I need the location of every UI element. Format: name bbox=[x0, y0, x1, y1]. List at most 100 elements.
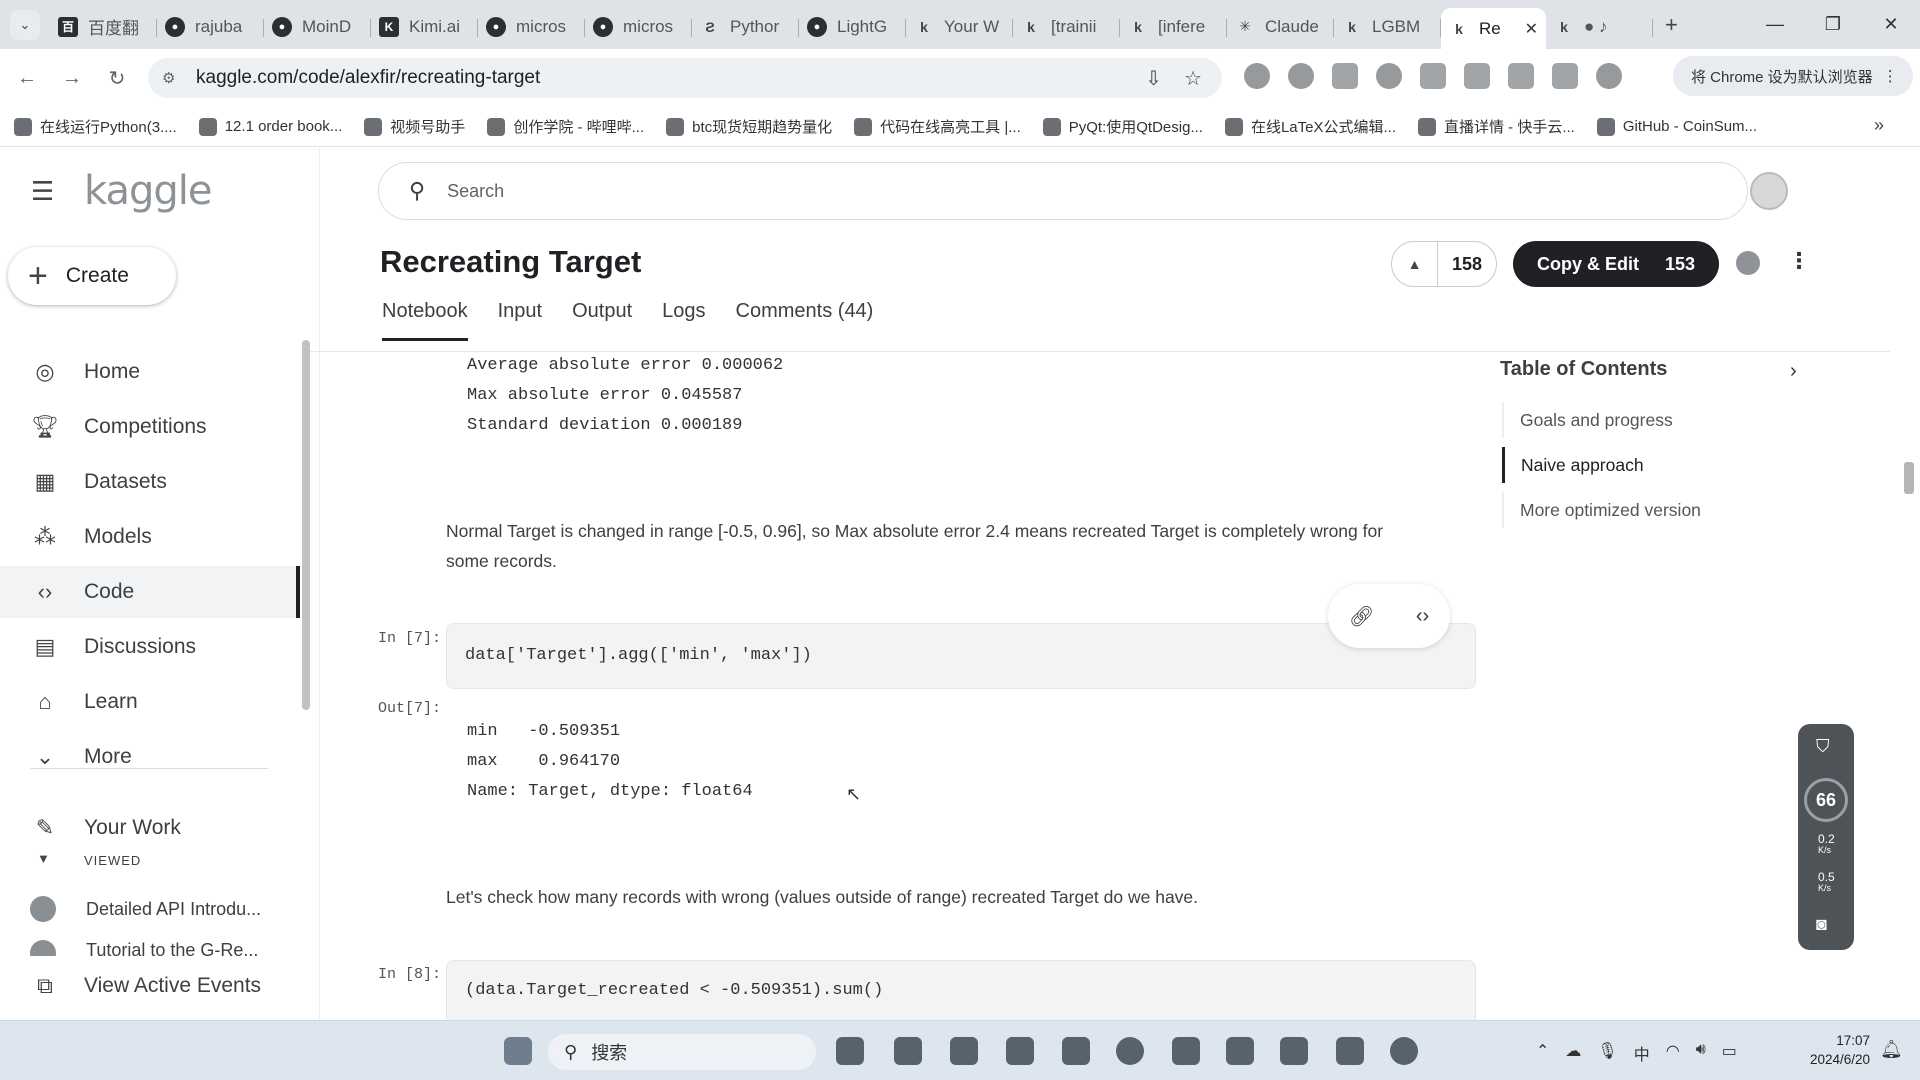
nav-datasets[interactable]: ▦ Datasets bbox=[0, 456, 300, 508]
search-input[interactable]: ⚲ Search bbox=[378, 162, 1748, 220]
more-vert-icon[interactable]: ⋮ bbox=[1788, 248, 1810, 274]
nav-models[interactable]: ⁂ Models bbox=[0, 511, 300, 563]
task-view-icon[interactable] bbox=[836, 1037, 864, 1065]
browser-tab[interactable]: ✳ Claude bbox=[1227, 7, 1334, 47]
browser-tab-active[interactable]: k Re ✕ bbox=[1441, 8, 1546, 49]
url-text[interactable]: kaggle.com/code/alexfir/recreating-targe… bbox=[196, 67, 540, 89]
scrollbar-thumb[interactable] bbox=[302, 340, 310, 710]
taskbar-search[interactable]: ⚲ 搜索 bbox=[548, 1034, 816, 1070]
scrollbar-thumb[interactable] bbox=[1904, 462, 1914, 494]
browser-tab[interactable]: k [infere bbox=[1120, 7, 1227, 47]
kaggle-logo[interactable]: kaggle bbox=[84, 168, 212, 214]
bookmark[interactable]: 12.1 order book... bbox=[198, 117, 342, 136]
bookmark[interactable]: 代码在线高亮工具 |... bbox=[854, 116, 1021, 137]
profile-icon[interactable] bbox=[1596, 63, 1622, 89]
caret-up-icon[interactable]: ▲ bbox=[1392, 241, 1438, 287]
view-active-events-button[interactable]: ⧉ View Active Events bbox=[0, 960, 300, 1012]
status-icon[interactable] bbox=[1736, 251, 1760, 275]
puzzle-icon[interactable] bbox=[1552, 63, 1578, 89]
browser-tab[interactable]: ● LightG bbox=[799, 7, 906, 47]
nav-competitions[interactable]: 🏆︎ Competitions bbox=[0, 401, 300, 453]
bookmark[interactable]: 创作学院 - 哔哩哔... bbox=[487, 116, 644, 137]
viewed-item[interactable]: Detailed API Introdu... bbox=[30, 896, 261, 922]
pen-extension-icon[interactable] bbox=[1332, 63, 1358, 89]
nav-discussions[interactable]: ▤ Discussions bbox=[0, 621, 300, 673]
wechat-icon[interactable] bbox=[950, 1037, 978, 1065]
copy-edit-button[interactable]: Copy & Edit 153 bbox=[1513, 241, 1719, 287]
tab-input[interactable]: Input bbox=[498, 300, 542, 341]
bookmark[interactable]: 在线LaTeX公式编辑... bbox=[1224, 116, 1396, 137]
nav-your-work[interactable]: ✎ Your Work bbox=[0, 802, 300, 854]
volume-icon[interactable]: 🔊︎ bbox=[1696, 1041, 1706, 1065]
browser-tab[interactable]: k [trainii bbox=[1013, 7, 1120, 47]
file-explorer-icon[interactable] bbox=[1172, 1037, 1200, 1065]
extension-icon[interactable] bbox=[1508, 63, 1534, 89]
address-bar[interactable]: ⚙ kaggle.com/code/alexfir/recreating-tar… bbox=[148, 58, 1222, 98]
reload-icon[interactable]: ↻ bbox=[99, 60, 135, 96]
toc-item[interactable]: More optimized version bbox=[1502, 492, 1742, 528]
code-icon[interactable]: ‹› bbox=[1416, 605, 1429, 628]
microphone-icon[interactable]: 🎙︎ bbox=[1597, 1041, 1617, 1065]
close-icon[interactable]: ✕ bbox=[1525, 19, 1538, 39]
browser-tab[interactable]: K Kimi.ai bbox=[371, 7, 478, 47]
toc-item-active[interactable]: Naive approach bbox=[1502, 447, 1742, 483]
user-avatar[interactable] bbox=[1750, 172, 1788, 210]
tab-search-icon[interactable]: ⌄ bbox=[10, 9, 40, 40]
bookmark[interactable]: 视频号助手 bbox=[364, 116, 465, 137]
nav-home[interactable]: ◎ Home bbox=[0, 346, 300, 398]
page-scrollbar[interactable] bbox=[1902, 230, 1916, 1020]
chevron-right-icon[interactable]: › bbox=[1790, 360, 1797, 383]
app-icon[interactable] bbox=[1062, 1037, 1090, 1065]
caret-down-icon[interactable]: ▼ bbox=[37, 851, 50, 866]
chrome-icon[interactable] bbox=[1116, 1037, 1144, 1065]
browser-tab[interactable]: k ● ♪ bbox=[1546, 7, 1653, 47]
nav-more[interactable]: ⌄ More bbox=[0, 731, 300, 783]
bookmark-star-icon[interactable]: ☆ bbox=[1184, 66, 1202, 91]
browser-tab[interactable]: Ƨ Pythor bbox=[692, 7, 799, 47]
edge-icon[interactable] bbox=[894, 1037, 922, 1065]
tab-comments[interactable]: Comments (44) bbox=[736, 300, 874, 341]
restore-icon[interactable]: ❐ bbox=[1804, 0, 1862, 49]
back-icon[interactable]: ← bbox=[9, 60, 45, 96]
extension-icon[interactable] bbox=[1420, 63, 1446, 89]
set-default-browser-button[interactable]: 将 Chrome 设为默认浏览器 ⋮ bbox=[1673, 56, 1913, 96]
battery-icon[interactable]: ▭ bbox=[1722, 1041, 1737, 1065]
browser-tab[interactable]: k Your W bbox=[906, 7, 1013, 47]
windows-start-icon[interactable] bbox=[504, 1037, 532, 1065]
wifi-icon[interactable]: ◠ bbox=[1666, 1041, 1680, 1065]
forward-icon[interactable]: → bbox=[54, 60, 90, 96]
cloud-icon[interactable]: ☁ bbox=[1565, 1041, 1581, 1065]
bookmark[interactable]: btc现货短期趋势量化 bbox=[666, 116, 832, 137]
clock[interactable]: 17:07 2024/6/20 bbox=[1790, 1031, 1870, 1069]
bookmark[interactable]: PyQt:使用QtDesig... bbox=[1042, 116, 1203, 137]
terminal-icon[interactable] bbox=[1280, 1037, 1308, 1065]
bookmark[interactable]: 在线运行Python(3.... bbox=[14, 116, 177, 137]
code-cell[interactable]: data['Target'].agg(['min', 'max']) bbox=[446, 623, 1476, 689]
app-icon[interactable] bbox=[1390, 1037, 1418, 1065]
link-icon[interactable]: 🔗︎ bbox=[1349, 604, 1374, 629]
network-speed-widget[interactable]: ⛉ 66 0.2 K/s 0.5 K/s ◙ bbox=[1798, 724, 1854, 950]
app-icon[interactable] bbox=[1336, 1037, 1364, 1065]
nav-learn[interactable]: ⌂ Learn bbox=[0, 676, 300, 728]
menu-icon[interactable]: ☰ bbox=[31, 176, 54, 207]
code-text[interactable]: (data.Target_recreated < -0.509351).sum(… bbox=[465, 981, 883, 1000]
close-window-icon[interactable]: ✕ bbox=[1862, 0, 1920, 49]
tab-output[interactable]: Output bbox=[572, 300, 632, 341]
extension-icon[interactable] bbox=[1464, 63, 1490, 89]
browser-tab[interactable]: ● micros bbox=[478, 7, 585, 47]
site-info-icon[interactable]: ⚙ bbox=[162, 69, 182, 87]
more-vert-icon[interactable]: ⋮ bbox=[1883, 67, 1898, 85]
minimize-icon[interactable]: — bbox=[1746, 0, 1804, 49]
upvote-button[interactable]: ▲ 158 bbox=[1391, 241, 1497, 287]
browser-tab[interactable]: ● micros bbox=[585, 7, 692, 47]
browser-tab[interactable]: 百百度翻 bbox=[50, 7, 157, 47]
browser-tab[interactable]: k LGBM bbox=[1334, 7, 1441, 47]
notification-bell-icon[interactable]: 🔔︎ bbox=[1880, 1039, 1903, 1060]
create-button[interactable]: + Create bbox=[8, 247, 176, 305]
sidebar-scrollbar[interactable] bbox=[300, 326, 312, 960]
browser-tab[interactable]: ● MoinD bbox=[264, 7, 371, 47]
tab-logs[interactable]: Logs bbox=[662, 300, 705, 341]
new-tab-icon[interactable]: + bbox=[1665, 12, 1695, 38]
viewed-item[interactable]: Tutorial to the G-Re... bbox=[30, 940, 258, 956]
bookmark[interactable]: GitHub - CoinSum... bbox=[1596, 117, 1757, 136]
